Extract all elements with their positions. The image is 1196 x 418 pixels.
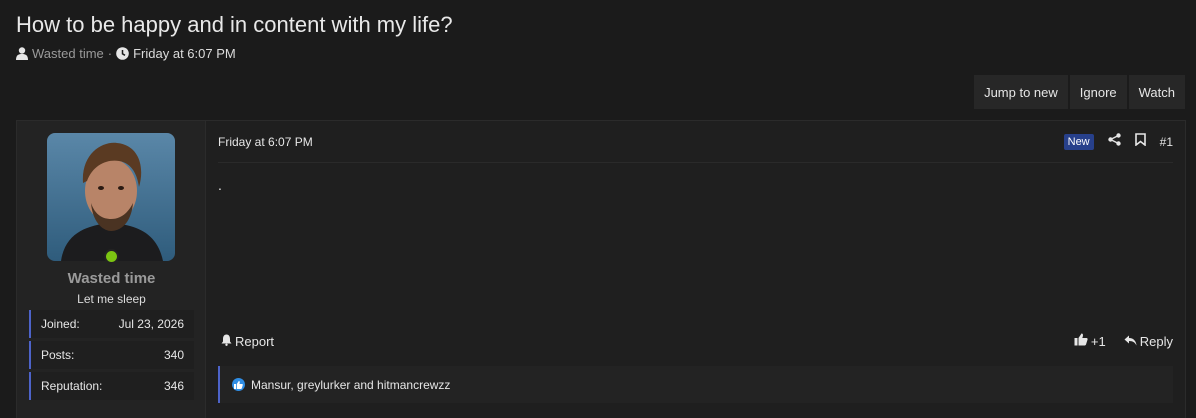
user-icon: [16, 47, 28, 60]
post-user-cell: Wasted time Let me sleep Joined: Jul 23,…: [17, 121, 206, 418]
message-tools: New #1: [1063, 132, 1173, 151]
stat-posts: Posts: 340: [29, 341, 194, 369]
stat-joined: Joined: Jul 23, 2026: [29, 310, 194, 338]
thread-title: How to be happy and in content with my l…: [16, 12, 453, 37]
share-icon[interactable]: [1107, 132, 1121, 151]
user-title: Let me sleep: [77, 292, 146, 306]
thumbs-up-icon: [1074, 333, 1088, 349]
report-label: Report: [235, 333, 275, 349]
post: Wasted time Let me sleep Joined: Jul 23,…: [16, 120, 1186, 418]
stat-value: Jul 23, 2026: [118, 317, 184, 331]
like-reaction-icon: [232, 378, 245, 391]
online-status-indicator: [104, 249, 119, 264]
post-username[interactable]: Wasted time: [17, 270, 206, 287]
meta-separator: ·: [107, 46, 113, 61]
stat-value: 346: [163, 379, 184, 393]
thread-actions: Jump to new Ignore Watch: [973, 74, 1186, 110]
message-footer: Report +1 Reply: [221, 331, 1173, 351]
stat-reputation: Reputation: 346: [29, 372, 194, 400]
message-cell: Friday at 6:07 PM New #1 . Report +1 Rep…: [206, 121, 1185, 418]
stat-label: Joined:: [41, 317, 80, 331]
report-button[interactable]: Report: [221, 334, 274, 349]
reply-label: Reply: [1139, 333, 1173, 349]
avatar[interactable]: [47, 133, 175, 261]
reactions-users[interactable]: Mansur, greylurker and hitmancrewzz: [251, 378, 450, 392]
jump-to-new-button[interactable]: Jump to new: [973, 74, 1069, 110]
message-body: .: [218, 177, 222, 193]
reply-icon: [1124, 334, 1137, 349]
reactions-bar[interactable]: Mansur, greylurker and hitmancrewzz: [218, 366, 1173, 403]
like-button[interactable]: +1: [1074, 333, 1106, 349]
clock-icon: [116, 47, 129, 60]
thread-author-link[interactable]: Wasted time: [32, 46, 104, 61]
stat-label: Posts:: [41, 348, 75, 362]
message-header: Friday at 6:07 PM New #1: [218, 121, 1173, 163]
stat-value[interactable]: 340: [164, 348, 184, 362]
ignore-button[interactable]: Ignore: [1068, 74, 1128, 110]
stat-label: Reputation:: [41, 379, 103, 393]
reply-button[interactable]: Reply: [1124, 334, 1173, 349]
thread-meta: Wasted time · Friday at 6:07 PM: [16, 46, 236, 61]
bell-icon: [221, 334, 232, 349]
watch-button[interactable]: Watch: [1127, 74, 1186, 110]
like-count: +1: [1090, 333, 1106, 349]
user-stats: Joined: Jul 23, 2026 Posts: 340 Reputati…: [29, 310, 194, 403]
thread-date-link[interactable]: Friday at 6:07 PM: [133, 46, 236, 61]
post-date-link[interactable]: Friday at 6:07 PM: [218, 135, 313, 149]
post-number-link[interactable]: #1: [1160, 135, 1173, 149]
bookmark-icon[interactable]: [1134, 132, 1146, 151]
new-badge: New: [1063, 133, 1094, 150]
